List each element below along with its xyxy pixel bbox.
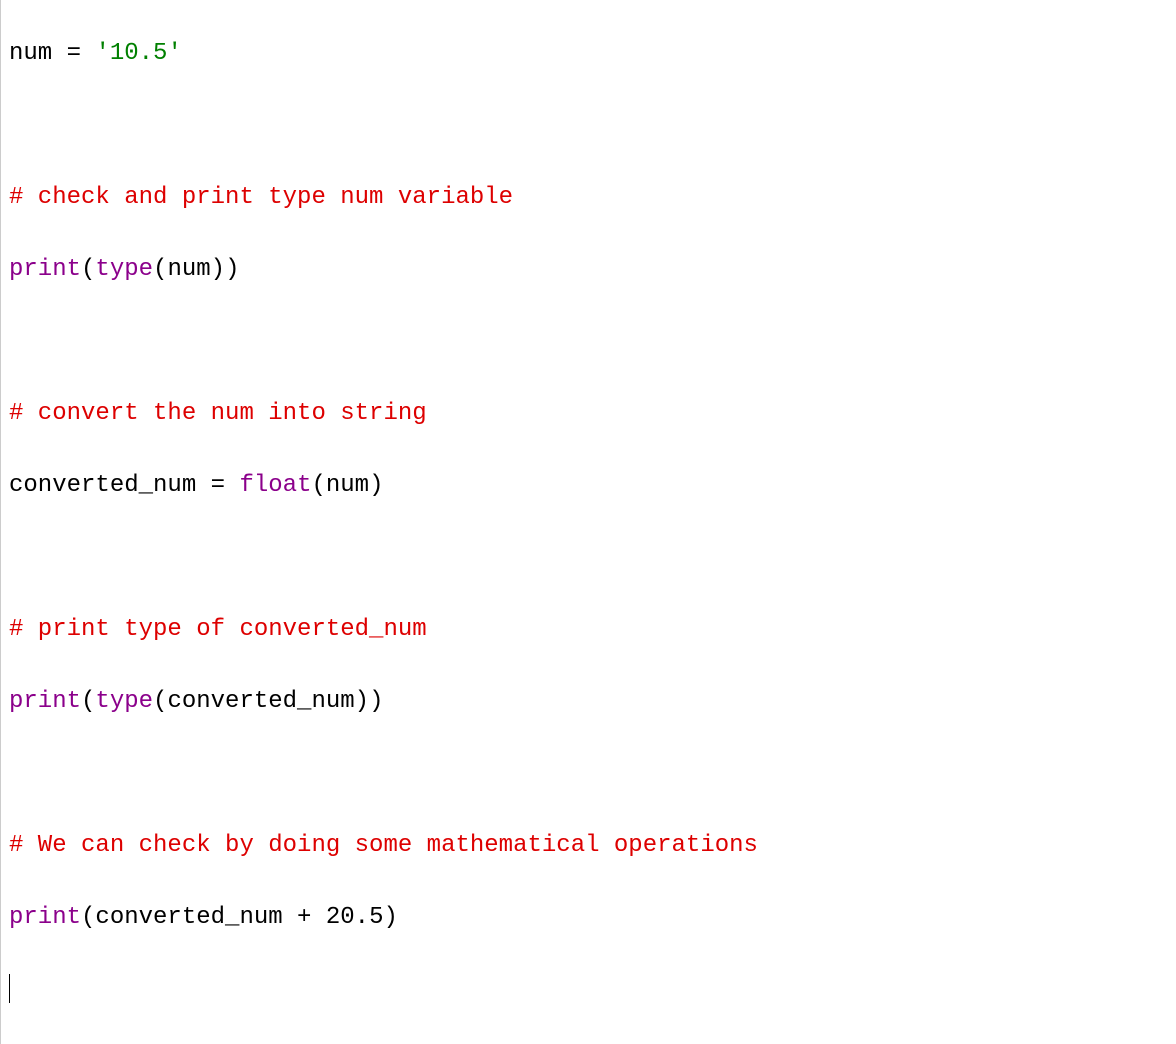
paren: (: [81, 256, 95, 283]
variable-name: converted_num: [95, 904, 282, 931]
blank-line: [9, 540, 1176, 576]
code-line: # check and print type num variable: [9, 180, 1176, 216]
assign-op: =: [196, 472, 239, 499]
paren: (: [81, 688, 95, 715]
code-line: # convert the num into string: [9, 396, 1176, 432]
comment: # We can check by doing some mathematica…: [9, 832, 758, 859]
code-line: print(type(num)): [9, 252, 1176, 288]
number-literal: 20.5: [326, 904, 384, 931]
paren: (: [81, 904, 95, 931]
code-editor[interactable]: num = '10.5' # check and print type num …: [0, 0, 1176, 1044]
text-cursor-icon: [9, 974, 10, 1003]
variable-name: converted_num: [167, 688, 354, 715]
paren: ): [383, 904, 397, 931]
paren: (: [311, 472, 325, 499]
code-line: # We can check by doing some mathematica…: [9, 828, 1176, 864]
code-line: print(type(converted_num)): [9, 684, 1176, 720]
code-line: [9, 972, 1176, 1008]
paren: ): [211, 256, 225, 283]
variable-name: num: [167, 256, 210, 283]
builtin-type: type: [95, 256, 153, 283]
code-line: num = '10.5': [9, 36, 1176, 72]
assign-op: =: [52, 40, 95, 67]
builtin-print: print: [9, 256, 81, 283]
paren: ): [369, 472, 383, 499]
plus-op: +: [283, 904, 326, 931]
code-line: converted_num = float(num): [9, 468, 1176, 504]
code-line: print(converted_num + 20.5): [9, 900, 1176, 936]
paren: ): [225, 256, 239, 283]
blank-line: [9, 756, 1176, 792]
paren: ): [355, 688, 369, 715]
variable-name: converted_num: [9, 472, 196, 499]
paren: (: [153, 688, 167, 715]
builtin-print: print: [9, 688, 81, 715]
builtin-print: print: [9, 904, 81, 931]
comment: # check and print type num variable: [9, 184, 513, 211]
paren: ): [369, 688, 383, 715]
blank-line: [9, 324, 1176, 360]
variable-name: num: [9, 40, 52, 67]
comment: # print type of converted_num: [9, 616, 427, 643]
builtin-float: float: [239, 472, 311, 499]
string-literal: '10.5': [95, 40, 181, 67]
blank-line: [9, 108, 1176, 144]
code-line: # print type of converted_num: [9, 612, 1176, 648]
paren: (: [153, 256, 167, 283]
builtin-type: type: [95, 688, 153, 715]
variable-name: num: [326, 472, 369, 499]
comment: # convert the num into string: [9, 400, 427, 427]
